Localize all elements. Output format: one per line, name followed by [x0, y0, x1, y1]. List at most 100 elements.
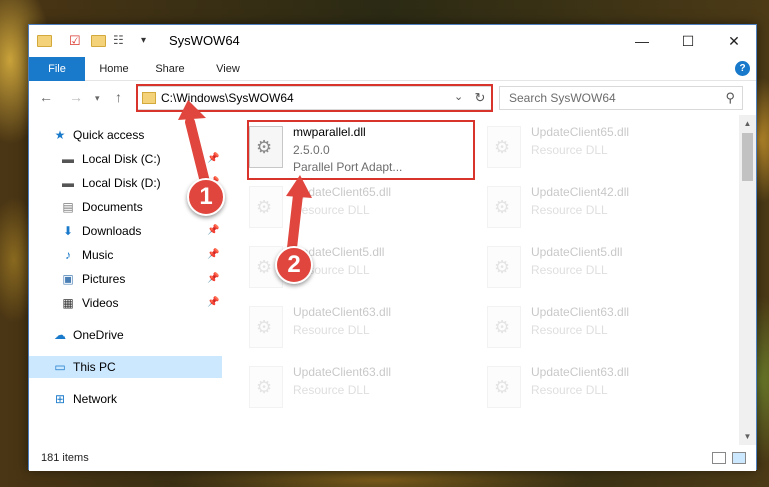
file-type: Resource DLL	[293, 323, 370, 337]
file-type: Resource DLL	[531, 263, 608, 277]
file-name: UpdateClient42.dll	[531, 185, 630, 199]
tab-file[interactable]: File	[29, 57, 85, 81]
explorer-window: ☑ ☷ ▾ SysWOW64 — ☐ ✕ File Home Share Vie…	[28, 24, 757, 471]
pin-icon[interactable]: 📌	[207, 292, 219, 314]
cloud-icon: ☁	[54, 328, 66, 342]
list-item[interactable]: UpdateClient65.dll Resource DLL	[245, 180, 477, 236]
file-type: Resource DLL	[293, 203, 370, 217]
scrollbar-thumb[interactable]	[742, 133, 753, 181]
tab-view[interactable]: View	[203, 57, 253, 81]
maximize-button[interactable]: ☐	[665, 25, 711, 57]
sidebar-item-local-disk-c[interactable]: ▬ Local Disk (C:) 📌	[29, 148, 222, 170]
list-item[interactable]: UpdateClient42.dll Resource DLL	[483, 180, 715, 236]
toolbar-dropdown-icon[interactable]: ▾	[141, 35, 157, 51]
close-button[interactable]: ✕	[711, 25, 757, 57]
tab-home[interactable]: Home	[89, 57, 139, 81]
file-name: UpdateClient65.dll	[293, 185, 392, 199]
up-arrow-icon[interactable]: ↑	[115, 89, 122, 105]
properties-icon[interactable]: ☑	[69, 33, 85, 49]
vertical-scrollbar[interactable]: ▲ ▼	[739, 115, 756, 445]
dll-file-icon	[487, 126, 521, 168]
sidebar-item-pictures[interactable]: ▣ Pictures 📌	[29, 268, 222, 290]
pin-icon[interactable]: 📌	[207, 220, 219, 242]
scroll-up-icon[interactable]: ▲	[739, 115, 756, 132]
dll-file-icon	[487, 366, 521, 408]
sidebar-item-quick-access[interactable]: ★ Quick access	[29, 124, 222, 146]
search-input[interactable]: Search SysWOW64	[509, 91, 616, 105]
sidebar-item-onedrive[interactable]: ☁ OneDrive	[29, 324, 222, 346]
help-icon[interactable]: ?	[735, 61, 750, 76]
minimize-button[interactable]: —	[619, 25, 665, 57]
file-type: Resource DLL	[531, 383, 608, 397]
sidebar-item-label: Network	[73, 392, 118, 406]
list-item[interactable]: UpdateClient63.dll Resource DLL	[245, 360, 477, 416]
pictures-icon: ▣	[62, 272, 74, 286]
status-bar: 181 items	[29, 445, 756, 471]
dll-file-icon	[249, 306, 283, 348]
dll-file-icon	[249, 186, 283, 228]
sidebar-item-label: Local Disk (C:)	[82, 152, 161, 166]
file-highlight	[247, 120, 475, 180]
sidebar-item-label: Quick access	[73, 128, 145, 142]
sidebar-item-music[interactable]: ♪ Music 📌	[29, 244, 222, 266]
search-icon[interactable]: ⚲	[725, 90, 735, 106]
pin-icon[interactable]: 📌	[207, 268, 219, 290]
list-item[interactable]: UpdateClient63.dll Resource DLL	[245, 300, 477, 356]
star-icon: ★	[54, 128, 66, 142]
file-name: UpdateClient63.dll	[531, 365, 630, 379]
scroll-down-icon[interactable]: ▼	[739, 428, 756, 445]
pin-icon[interactable]: 📌	[207, 148, 219, 170]
list-item[interactable]: UpdateClient5.dll Resource DLL	[483, 240, 715, 296]
sidebar-item-network[interactable]: ⊞ Network	[29, 388, 222, 410]
drive-icon: ▬	[62, 176, 74, 190]
details-view-icon[interactable]	[712, 452, 726, 464]
dll-file-icon	[487, 186, 521, 228]
sidebar-item-label: This PC	[73, 360, 116, 374]
sidebar-item-label: Videos	[82, 296, 119, 310]
recent-locations-icon[interactable]: ▾	[95, 93, 100, 104]
sidebar-item-label: Pictures	[82, 272, 126, 286]
sidebar-item-label: Music	[82, 248, 114, 262]
file-name: UpdateClient65.dll	[531, 125, 630, 139]
dll-file-icon	[487, 246, 521, 288]
dll-file-icon	[249, 366, 283, 408]
file-name: UpdateClient63.dll	[531, 305, 630, 319]
file-name: UpdateClient5.dll	[531, 245, 623, 259]
back-arrow-icon[interactable]: ←	[39, 89, 53, 105]
search-box[interactable]: Search SysWOW64 ⚲	[499, 86, 743, 110]
computer-icon: ▭	[54, 360, 66, 374]
documents-icon: ▤	[62, 200, 74, 214]
ribbon-tabs: File Home Share View ?	[29, 57, 756, 81]
list-item[interactable]: UpdateClient63.dll Resource DLL	[483, 360, 715, 416]
music-icon: ♪	[65, 248, 71, 262]
sidebar-item-label: OneDrive	[73, 328, 124, 342]
sidebar-item-downloads[interactable]: ⬇ Downloads 📌	[29, 220, 222, 242]
drive-icon: ▬	[62, 152, 74, 166]
sidebar-item-label: Local Disk (D:)	[82, 176, 161, 190]
callout-1: 1	[187, 178, 225, 216]
file-name: UpdateClient63.dll	[293, 365, 392, 379]
file-type: Resource DLL	[293, 383, 370, 397]
window-title: SysWOW64	[169, 33, 240, 48]
callout-2: 2	[275, 246, 313, 284]
address-bar-highlight	[136, 84, 493, 112]
file-type: Resource DLL	[531, 203, 608, 217]
pin-icon[interactable]: 📌	[207, 244, 219, 266]
sidebar-item-label: Downloads	[82, 224, 142, 238]
new-folder-icon[interactable]	[91, 33, 107, 49]
tab-share[interactable]: Share	[145, 57, 195, 81]
large-icons-view-icon[interactable]	[732, 452, 746, 464]
network-icon: ⊞	[54, 392, 66, 406]
videos-icon: ▦	[62, 296, 74, 310]
list-item[interactable]: UpdateClient65.dll Resource DLL	[483, 120, 715, 176]
forward-arrow-icon[interactable]: →	[69, 89, 83, 105]
file-type: Resource DLL	[531, 143, 608, 157]
sidebar-item-this-pc[interactable]: ▭ This PC	[29, 356, 222, 378]
sidebar-item-label: Documents	[82, 200, 143, 214]
navigation-pane: ★ Quick access ▬ Local Disk (C:) 📌 ▬ Loc…	[29, 115, 222, 445]
sidebar-item-videos[interactable]: ▦ Videos 📌	[29, 292, 222, 314]
file-name: UpdateClient63.dll	[293, 305, 392, 319]
list-item[interactable]: UpdateClient63.dll Resource DLL	[483, 300, 715, 356]
item-count: 181 items	[41, 452, 89, 464]
customize-toolbar-icon[interactable]: ☷	[113, 33, 129, 49]
